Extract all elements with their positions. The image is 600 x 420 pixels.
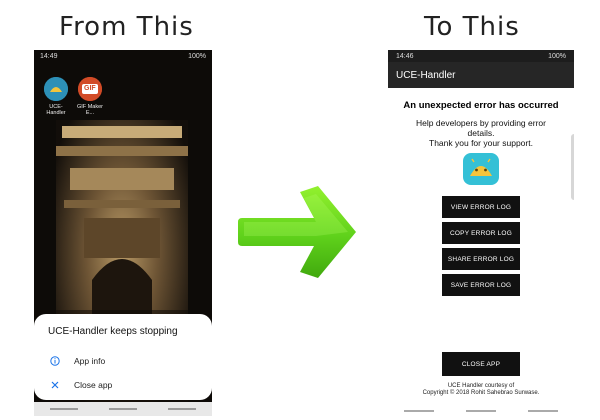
footer-line: Copyright © 2018 Rohit Sahebrao Surwase. bbox=[422, 390, 540, 396]
close-app-button[interactable]: CLOSE APP bbox=[442, 352, 520, 376]
error-text-line: Thank you for your support. bbox=[429, 138, 533, 148]
status-battery: 100% bbox=[548, 52, 566, 60]
app-toolbar: UCE-Handler bbox=[388, 62, 574, 88]
nav-recent-button[interactable] bbox=[49, 408, 78, 410]
status-time: 14:49 bbox=[40, 52, 58, 60]
gif-maker-app-icon[interactable]: GIF bbox=[78, 77, 102, 101]
error-text-line: Help developers by providing error detai… bbox=[416, 118, 546, 138]
status-time: 14:46 bbox=[396, 52, 414, 60]
nav-back-button[interactable] bbox=[168, 408, 197, 410]
nav-home-button[interactable] bbox=[108, 408, 137, 410]
info-icon bbox=[48, 354, 62, 368]
status-battery: 100% bbox=[188, 52, 206, 60]
caption-from: From This bbox=[59, 12, 194, 42]
share-error-log-button[interactable]: SHARE ERROR LOG bbox=[442, 248, 520, 270]
gif-badge-text: GIF bbox=[84, 85, 96, 92]
status-bar: 14:46 100% bbox=[388, 50, 574, 62]
footer-line: UCE Handler courtesy of bbox=[447, 383, 515, 389]
nav-home-button[interactable] bbox=[466, 410, 496, 412]
uce-handler-app-icon[interactable] bbox=[44, 77, 68, 101]
green-arrow-icon bbox=[238, 186, 356, 278]
copy-error-log-button[interactable]: COPY ERROR LOG bbox=[442, 222, 520, 244]
close-app-option[interactable]: Close app bbox=[48, 373, 200, 397]
left-phone-screen: 14:49 100% UCE-Handler GIF GIF Maker E..… bbox=[34, 50, 212, 416]
error-title: An unexpected error has occurred bbox=[403, 100, 559, 111]
dialog-title: UCE-Handler keeps stopping bbox=[48, 326, 178, 337]
crash-dialog: UCE-Handler keeps stopping App info Clos… bbox=[34, 314, 212, 400]
save-error-log-button[interactable]: SAVE ERROR LOG bbox=[442, 274, 520, 296]
close-icon bbox=[48, 378, 62, 392]
right-phone-screen: 14:46 100% UCE-Handler An unexpected err… bbox=[388, 50, 574, 416]
view-error-log-button[interactable]: VIEW ERROR LOG bbox=[442, 196, 520, 218]
home-icon-label: UCE-Handler bbox=[46, 104, 66, 116]
nav-recent-button[interactable] bbox=[404, 410, 434, 412]
scroll-edge-indicator bbox=[571, 134, 574, 200]
toolbar-title: UCE-Handler bbox=[396, 69, 456, 81]
android-icon bbox=[44, 77, 68, 101]
comparison-canvas: From This To This 14:49 100% UCE-Handler… bbox=[0, 0, 600, 420]
caption-to: To This bbox=[424, 12, 520, 42]
navigation-bar bbox=[34, 402, 212, 416]
error-message: Help developers by providing error detai… bbox=[404, 118, 558, 148]
android-logo-icon bbox=[463, 153, 499, 185]
status-bar: 14:49 100% bbox=[34, 50, 212, 62]
app-info-option[interactable]: App info bbox=[48, 349, 200, 373]
home-icon-label: GIF Maker E... bbox=[77, 104, 103, 116]
nav-back-button[interactable] bbox=[528, 410, 558, 412]
app-info-label: App info bbox=[74, 356, 106, 366]
navigation-bar bbox=[388, 406, 574, 416]
close-app-label: Close app bbox=[74, 380, 113, 390]
footer-credits: UCE Handler courtesy of Copyright © 2018… bbox=[388, 383, 574, 397]
